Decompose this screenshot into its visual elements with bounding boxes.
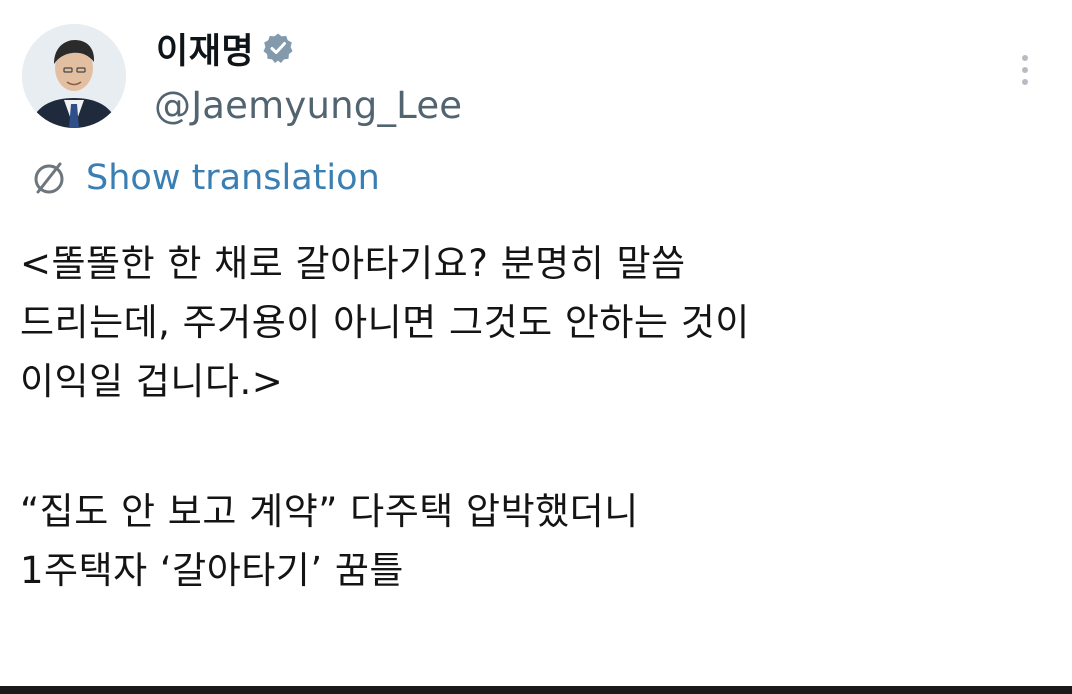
display-name[interactable]: 이재명: [156, 23, 254, 74]
tweet-text: <똘똘한 한 채로 갈아타기요? 분명히 말씀 드리는데, 주거용이 아니면 그…: [20, 234, 1060, 600]
show-translation-button[interactable]: Show translation: [30, 154, 380, 202]
globe-icon: [30, 158, 70, 198]
user-handle[interactable]: @Jaemyung_Lee: [154, 84, 462, 127]
tweet-text-line: <똘똘한 한 채로 갈아타기요? 분명히 말씀: [20, 242, 686, 285]
quoted-headline-line: 1주택자 ‘갈아타기’ 꿈틀: [20, 549, 404, 592]
name-row: 이재명: [156, 26, 294, 72]
quoted-headline-line: “집도 안 보고 계약” 다주택 압박했더니: [20, 490, 639, 533]
bottom-edge: [0, 686, 1072, 694]
more-options-button[interactable]: [1008, 48, 1042, 92]
avatar-portrait: [22, 24, 126, 128]
show-translation-label: Show translation: [86, 158, 380, 198]
tweet-screenshot: 이재명 @Jaemyung_Lee Show translation <똘똘한: [0, 0, 1072, 694]
tweet-header: 이재명 @Jaemyung_Lee: [22, 24, 1052, 134]
tweet-text-line: 이익일 겁니다.>: [20, 360, 284, 403]
more-vertical-icon: [1022, 67, 1028, 73]
verified-badge-icon: [262, 32, 294, 64]
more-vertical-icon: [1022, 55, 1028, 61]
avatar[interactable]: [22, 24, 126, 128]
tweet-text-line: 드리는데, 주거용이 아니면 그것도 안하는 것이: [20, 301, 750, 344]
more-vertical-icon: [1022, 79, 1028, 85]
